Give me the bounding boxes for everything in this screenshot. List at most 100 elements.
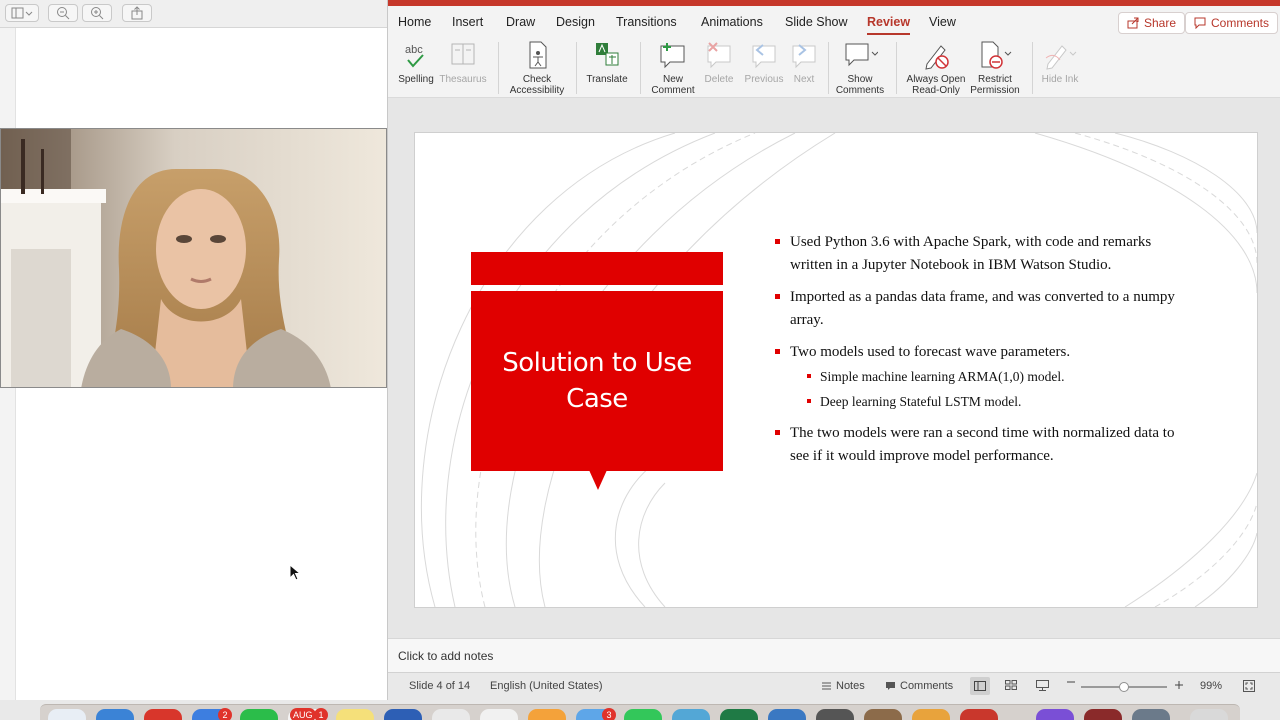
tab-design[interactable]: Design [556, 15, 595, 29]
thesaurus-icon [451, 43, 475, 65]
language-indicator[interactable]: English (United States) [490, 680, 603, 692]
bullet-item: Two models used to forecast wave paramet… [775, 341, 1195, 364]
facetime-dock-icon[interactable] [624, 709, 662, 720]
restrict-permission-button[interactable]: Restrict Permission [970, 40, 1020, 96]
ribbon-separator [576, 42, 577, 94]
slide-canvas[interactable]: Solution to Use Case Used Python 3.6 with… [415, 133, 1257, 607]
sub-bullet-item: Simple machine learning ARMA(1,0) model. [775, 367, 1195, 387]
new-comment-label-1: New [662, 74, 683, 85]
pencil-no-icon [925, 45, 949, 70]
comments-toggle-button[interactable]: Comments [885, 680, 953, 692]
app-dock-icon[interactable] [912, 709, 950, 720]
delete-comment-button[interactable]: Delete [700, 40, 738, 85]
app-dock-icon[interactable] [672, 709, 710, 720]
photos-dock-icon[interactable] [528, 709, 566, 720]
zoom-in-button[interactable] [1174, 680, 1184, 690]
comments-button[interactable]: Comments [1185, 12, 1279, 34]
slide-bullet-list[interactable]: Used Python 3.6 with Apache Spark, with … [775, 231, 1195, 477]
hide-ink-icon [1045, 45, 1077, 70]
new-comment-icon [660, 43, 685, 69]
check-accessibility-label-1: Check [522, 74, 552, 85]
notes-pane[interactable]: Click to add notes [388, 638, 1280, 672]
next-label: Next [793, 74, 815, 85]
app-dock-icon[interactable] [480, 709, 518, 720]
restrict-permission-label-2: Permission [970, 85, 1020, 96]
translate-icon [596, 43, 619, 66]
slide-editing-area: Solution to Use Case Used Python 3.6 with… [388, 98, 1280, 638]
delete-comment-icon [707, 42, 731, 69]
tab-insert[interactable]: Insert [452, 15, 483, 29]
reading-view-button[interactable] [1036, 680, 1049, 691]
normal-view-button[interactable] [970, 677, 990, 695]
app-dock-icon[interactable] [768, 709, 806, 720]
sub-bullet-list: Simple machine learning ARMA(1,0) model.… [775, 367, 1195, 412]
minus-icon [1067, 681, 1075, 683]
excel-dock-icon[interactable] [720, 709, 758, 720]
zoom-level[interactable]: 99% [1200, 680, 1222, 692]
ribbon-separator [498, 42, 499, 94]
notes-icon [822, 682, 831, 690]
next-comment-button[interactable]: Next [788, 40, 820, 85]
word-dock-icon[interactable] [384, 709, 422, 720]
app-dock-icon[interactable] [1132, 709, 1170, 720]
new-comment-label-2: Comment [651, 85, 695, 96]
show-comments-icon [845, 43, 878, 67]
app-dock-icon[interactable] [864, 709, 902, 720]
review-ribbon: abc Spelling Thesaurus Check Accessibili… [388, 36, 1280, 98]
tab-animations[interactable]: Animations [701, 15, 763, 29]
app-dock-icon[interactable] [432, 709, 470, 720]
show-comments-label-1: Show [847, 74, 873, 85]
notes-dock-icon[interactable] [336, 709, 374, 720]
spelling-button[interactable]: abc Spelling [398, 40, 434, 85]
webcam-video [0, 128, 387, 388]
notes-toggle-button[interactable]: Notes [821, 680, 865, 692]
share-button[interactable] [122, 4, 152, 22]
tab-review[interactable]: Review [867, 15, 911, 35]
zoom-out-button[interactable] [1066, 677, 1076, 687]
bullet-item: Imported as a pandas data frame, and was… [775, 286, 1195, 332]
app-dock-icon[interactable] [144, 709, 182, 720]
translate-button[interactable]: Translate [584, 40, 630, 85]
hide-ink-button[interactable]: Hide Ink [1038, 40, 1082, 85]
app-dock-icon[interactable] [1084, 709, 1122, 720]
zoom-slider-thumb[interactable] [1119, 682, 1129, 692]
safari-dock-icon[interactable] [96, 709, 134, 720]
sidebar-toggle-button[interactable] [5, 4, 39, 22]
app-dock-icon[interactable] [1036, 709, 1074, 720]
preview-toolbar [0, 0, 388, 28]
slide-title-box[interactable]: Solution to Use Case [471, 291, 723, 471]
svg-text:abc: abc [405, 44, 423, 56]
zoom-in-button[interactable] [82, 4, 112, 22]
tab-transitions[interactable]: Transitions [616, 15, 677, 29]
zoom-out-button[interactable] [48, 4, 78, 22]
normal-view-icon [974, 681, 986, 691]
check-accessibility-button[interactable]: Check Accessibility [506, 40, 568, 96]
app-dock-icon[interactable] [816, 709, 854, 720]
finder-dock-icon[interactable] [48, 709, 86, 720]
zoom-slider[interactable] [1081, 682, 1167, 692]
trash-dock-icon[interactable] [1190, 709, 1228, 720]
app-store-badge: 3 [602, 708, 616, 720]
share-icon [1127, 17, 1139, 29]
powerpoint-dock-icon[interactable] [960, 709, 998, 720]
comments-toggle-label: Comments [900, 680, 954, 692]
new-comment-button[interactable]: New Comment [648, 40, 698, 96]
delete-label: Delete [704, 74, 734, 85]
accessibility-icon [529, 41, 547, 69]
tab-slide-show[interactable]: Slide Show [785, 15, 848, 29]
share-button[interactable]: Share [1118, 12, 1186, 34]
messages-dock-icon[interactable] [240, 709, 278, 720]
always-open-read-only-button[interactable]: Always Open Read-Only [902, 40, 970, 96]
tab-draw[interactable]: Draw [506, 15, 535, 29]
slide-sorter-button[interactable] [1005, 680, 1017, 690]
notes-placeholder: Click to add notes [398, 649, 494, 663]
thesaurus-button[interactable]: Thesaurus [438, 40, 488, 85]
ribbon-separator [896, 42, 897, 94]
previous-comment-button[interactable]: Previous [742, 40, 786, 85]
fit-slide-button[interactable] [1243, 680, 1255, 692]
tab-view[interactable]: View [929, 15, 956, 29]
notes-toggle-label: Notes [836, 680, 865, 692]
always-open-label-1: Always Open [906, 74, 966, 85]
show-comments-button[interactable]: Show Comments [834, 40, 886, 96]
tab-home[interactable]: Home [398, 15, 431, 29]
